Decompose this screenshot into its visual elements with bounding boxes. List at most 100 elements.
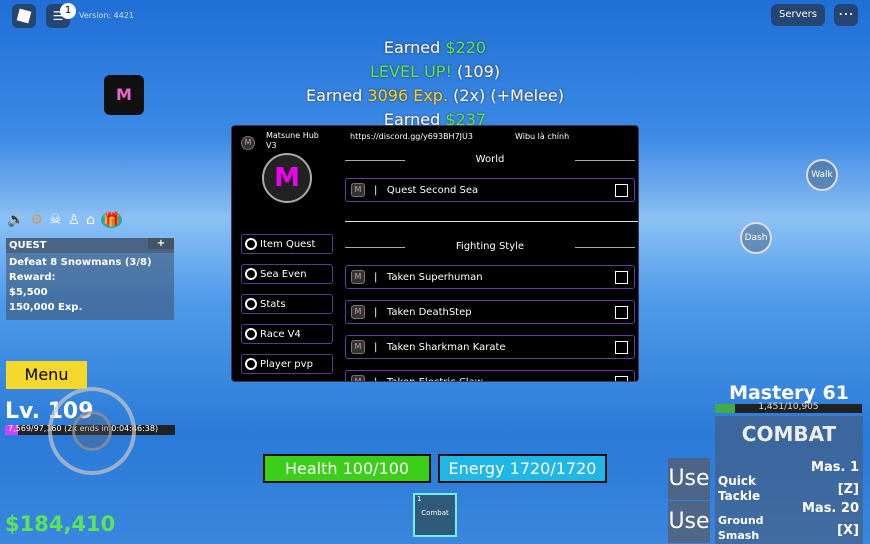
use-skill-button[interactable]: Use: [668, 458, 710, 500]
checkbox[interactable]: [615, 183, 628, 197]
mastery-progress-text: 1,451/10,905: [758, 402, 819, 412]
notif-highlight: 3096 Exp.: [367, 86, 449, 105]
joystick[interactable]: [48, 387, 136, 475]
toggle-label: Taken Superhuman: [386, 271, 483, 283]
hotbar-slot-combat[interactable]: 1 Combat: [413, 493, 457, 537]
slot-label: Combat: [421, 509, 449, 517]
use-skill-button[interactable]: Use: [668, 501, 710, 543]
separator: |: [374, 184, 387, 196]
notif-prefix: Earned: [383, 38, 446, 57]
skill-row[interactable]: Use Ground Smash Mas. 20 [X]: [668, 501, 863, 543]
hub-logo-icon: M: [351, 340, 365, 354]
hub-logo-icon: M: [351, 305, 365, 319]
hub-logo-icon: M: [351, 270, 365, 284]
dash-button[interactable]: Dash: [740, 222, 772, 254]
notif-suffix: (2x) (+Melee): [448, 86, 565, 105]
notification-line: Earned $220: [0, 36, 870, 60]
joystick-thumb[interactable]: [72, 411, 112, 451]
skill-name: Quick Tackle: [718, 474, 761, 503]
target-icon: [245, 328, 257, 340]
quest-header: QUEST +: [6, 238, 174, 253]
gift-icon[interactable]: 🎁: [101, 212, 123, 228]
quest-title: QUEST: [9, 240, 47, 251]
hub-logo-icon: M: [351, 375, 365, 381]
menu-icons: 🔊 ⚙ ☠ ♙ ⌂ 🎁: [7, 212, 123, 228]
notif-prefix: Earned: [305, 86, 368, 105]
nav-label: Sea Even: [260, 268, 307, 280]
checkbox[interactable]: [615, 375, 628, 381]
separator: |: [374, 306, 387, 318]
settings-icon[interactable]: ⚙: [30, 212, 43, 228]
notification-line: LEVEL UP! (109): [0, 60, 870, 84]
notification-feed: Earned $220 LEVEL UP! (109) Earned 3096 Ex…: [0, 36, 870, 132]
nav-race-v4[interactable]: Race V4: [241, 324, 333, 344]
character-icon[interactable]: ♙: [68, 212, 81, 228]
toggle-taken-deathstep[interactable]: M | Taken DeathStep: [345, 300, 635, 324]
hub-title: Matsune Hub V3: [266, 131, 319, 150]
checkbox[interactable]: [615, 305, 628, 319]
roblox-logo-icon: [16, 8, 32, 24]
checkbox[interactable]: [615, 340, 628, 354]
home-icon[interactable]: ⌂: [86, 212, 95, 228]
target-icon: [245, 268, 257, 280]
nav-item-quest[interactable]: Item Quest: [241, 234, 333, 254]
money-label: $184,410: [5, 512, 116, 536]
reward-exp: 150,000 Exp.: [9, 302, 83, 313]
nav-label: Player pvp: [260, 358, 313, 370]
toggle-taken-electric-claw[interactable]: M | Taken Electric Claw: [345, 370, 635, 382]
nav-player-pvp[interactable]: Player pvp: [241, 354, 333, 374]
skill-key: [Z]: [837, 482, 859, 497]
toggle-taken-sharkman-karate[interactable]: M | Taken Sharkman Karate: [345, 335, 635, 359]
more-icon: ⋯: [838, 4, 854, 23]
separator: |: [374, 271, 387, 283]
servers-button[interactable]: Servers: [771, 4, 825, 26]
nav-stats[interactable]: Stats: [241, 294, 333, 314]
energy-text: Energy 1720/1720: [448, 459, 597, 478]
separator: |: [374, 376, 387, 382]
checkbox[interactable]: [615, 270, 628, 284]
toggle-taken-superhuman[interactable]: M | Taken Superhuman: [345, 265, 635, 289]
walk-button[interactable]: Walk: [806, 159, 838, 191]
version-label: Version: 4421: [79, 11, 135, 20]
sound-icon[interactable]: 🔊: [7, 212, 24, 228]
skill-row[interactable]: Use Quick Tackle Mas. 1 [Z]: [668, 458, 863, 503]
nav-label: Race V4: [260, 328, 301, 340]
hub-tagline: Wibu là chính: [515, 132, 570, 141]
slot-number: 1: [417, 495, 422, 503]
menu-button[interactable]: Menu: [6, 361, 87, 389]
health-bar: Health 100/100: [263, 454, 431, 483]
energy-bar: Energy 1720/1720: [438, 454, 607, 483]
divider: [345, 221, 638, 222]
notif-suffix: (109): [451, 62, 500, 81]
toggle-label: Taken DeathStep: [386, 306, 472, 318]
discord-link[interactable]: https://discord.gg/y693BH7JU3: [350, 132, 473, 141]
toggle-label: Taken Sharkman Karate: [386, 341, 506, 353]
crew-icon[interactable]: ☠: [49, 212, 62, 228]
hub-window: M Matsune Hub V3 M https://discord.gg/y6…: [231, 125, 639, 382]
skill-key: [X]: [837, 523, 859, 538]
roblox-menu-button[interactable]: [12, 4, 36, 28]
separator: |: [374, 341, 387, 353]
mastery-bar: 1,451/10,905: [715, 402, 862, 413]
weapon-name: COMBAT: [741, 422, 837, 446]
notification-line: Earned 3096 Exp. (2x) (+Melee): [0, 84, 870, 108]
quest-expand-button[interactable]: +: [148, 238, 174, 249]
hub-logo-icon: M: [351, 183, 365, 197]
skill-name: Ground Smash: [718, 514, 764, 542]
nav-label: Stats: [260, 298, 286, 310]
reward-money: $5,500: [9, 287, 48, 298]
nav-sea-even[interactable]: Sea Even: [241, 264, 333, 284]
hub-small-logo-icon: M: [241, 136, 255, 150]
notification-badge: 1: [60, 3, 76, 19]
reward-label: Reward:: [9, 272, 56, 283]
quest-panel: QUEST + Defeat 8 Snowmans (3/8) Reward: $…: [6, 238, 174, 320]
toggle-quest-second-sea[interactable]: M | Quest Second Sea: [345, 178, 635, 202]
target-icon: [245, 358, 257, 370]
skill-mastery: Mas. 20: [801, 501, 859, 516]
section-fighting-style: Fighting Style: [345, 241, 635, 252]
hub-logo: M: [262, 153, 312, 203]
nav-label: Item Quest: [260, 238, 316, 250]
more-button[interactable]: ⋯: [834, 4, 858, 26]
health-text: Health 100/100: [284, 459, 410, 478]
section-world: World: [345, 154, 635, 165]
